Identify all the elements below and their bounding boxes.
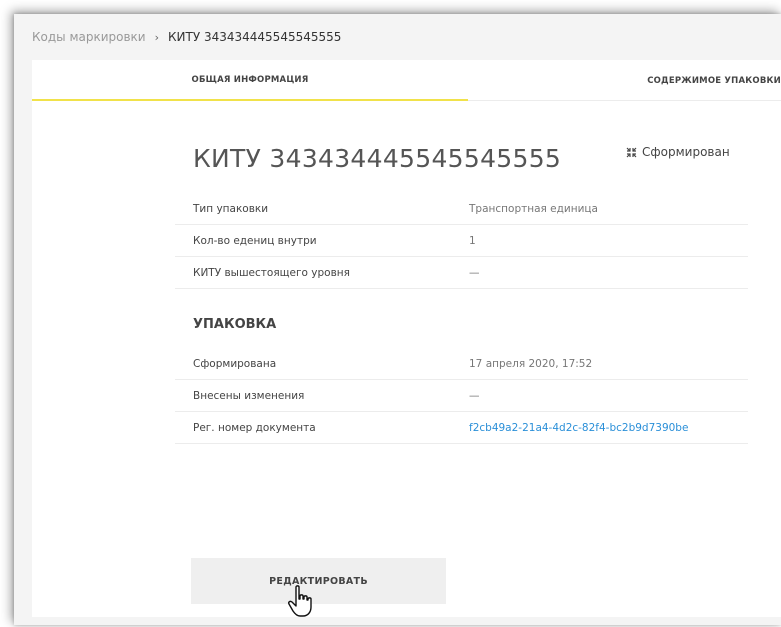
breadcrumb-current: КИТУ 343434445545545555 [168, 30, 342, 44]
package-row-value: 17 апреля 2020, 17:52 [469, 357, 593, 370]
tab-bar: ОБЩАЯ ИНФОРМАЦИЯ СОДЕРЖИМОЕ УПАКОВКИ [32, 60, 781, 101]
formed-status-icon [626, 147, 637, 157]
info-row-label: Тип упаковки [193, 202, 269, 215]
info-row: КИТУ вышестоящего уровня — [175, 257, 748, 289]
tab-package-contents[interactable]: СОДЕРЖИМОЕ УПАКОВКИ [468, 60, 781, 101]
details-card: ОБЩАЯ ИНФОРМАЦИЯ СОДЕРЖИМОЕ УПАКОВКИ КИТ… [32, 60, 781, 617]
edit-button[interactable]: РЕДАКТИРОВАТЬ [191, 558, 446, 604]
info-row: Тип упаковки Транспортная единица [175, 193, 748, 225]
package-row-label: Сформирована [193, 357, 277, 370]
package-row: Рег. номер документа f2cb49a2-21a4-4d2c-… [175, 412, 748, 444]
section-title-package: УПАКОВКА [193, 317, 277, 332]
package-row-value: — [469, 389, 480, 402]
document-number-link[interactable]: f2cb49a2-21a4-4d2c-82f4-bc2b9d7390be [469, 422, 688, 434]
package-row: Внесены изменения — [175, 380, 748, 412]
package-row-label: Внесены изменения [193, 389, 305, 402]
breadcrumb-link-marking-codes[interactable]: Коды маркировки [32, 30, 146, 44]
breadcrumb: Коды маркировки › КИТУ 34343444554554555… [32, 30, 341, 44]
page-title: КИТУ 343434445545545555 [193, 144, 562, 173]
package-row-label: Рег. номер документа [193, 421, 316, 434]
breadcrumb-separator-icon: › [154, 30, 160, 44]
status-badge: Сформирован [626, 145, 730, 159]
info-list: Тип упаковки Транспортная единица Кол-во… [175, 193, 748, 289]
status-label: Сформирован [642, 145, 730, 159]
app-window: Коды маркировки › КИТУ 34343444554554555… [14, 14, 781, 625]
hand-pointer-icon [288, 585, 312, 617]
package-list: Сформирована 17 апреля 2020, 17:52 Внесе… [175, 348, 748, 444]
package-row: Сформирована 17 апреля 2020, 17:52 [175, 348, 748, 380]
info-row-value: 1 [469, 234, 476, 247]
info-row-label: КИТУ вышестоящего уровня [193, 266, 350, 279]
info-row-label: Кол-во едениц внутри [193, 234, 317, 247]
info-row-value: Транспортная единица [469, 202, 598, 215]
tab-general-info[interactable]: ОБЩАЯ ИНФОРМАЦИЯ [32, 60, 468, 101]
info-row: Кол-во едениц внутри 1 [175, 225, 748, 257]
info-row-value: — [469, 266, 480, 279]
